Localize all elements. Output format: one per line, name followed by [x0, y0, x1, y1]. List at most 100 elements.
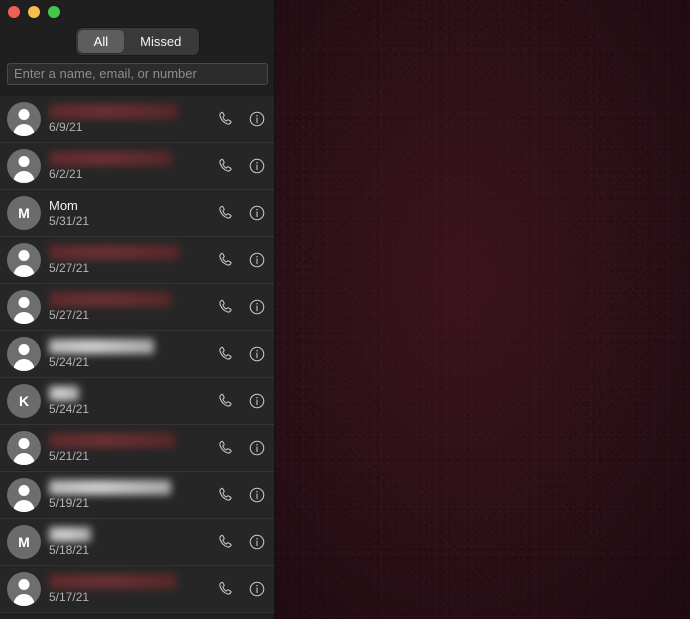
phone-icon[interactable] — [216, 250, 236, 270]
call-contact-name-redacted — [49, 432, 175, 448]
call-date: 6/9/21 — [49, 119, 83, 134]
phone-icon[interactable] — [216, 344, 236, 364]
avatar-initial-letter: M — [18, 534, 30, 550]
avatar-head-icon — [18, 250, 30, 261]
avatar-person-icon — [7, 149, 41, 183]
info-icon[interactable] — [247, 203, 267, 223]
filter-segmented-control-wrapper: All Missed — [0, 28, 275, 55]
call-item-actions — [216, 344, 267, 364]
call-date: 5/27/21 — [49, 307, 90, 322]
phone-icon[interactable] — [216, 203, 236, 223]
main-pane-vignette — [275, 0, 690, 619]
phone-icon[interactable] — [216, 109, 236, 129]
avatar-body-icon — [13, 359, 35, 371]
phone-icon[interactable] — [216, 485, 236, 505]
tab-all[interactable]: All — [77, 30, 125, 53]
call-list-item[interactable]: 5/19/21 — [0, 472, 275, 519]
info-icon[interactable] — [247, 532, 267, 552]
info-icon[interactable] — [247, 438, 267, 458]
call-date: 5/24/21 — [49, 354, 90, 369]
call-date: 5/18/21 — [49, 542, 90, 557]
call-contact-name-redacted — [49, 338, 154, 354]
maximize-button-icon[interactable] — [48, 6, 60, 18]
phone-icon[interactable] — [216, 532, 236, 552]
call-history-window: All Missed 6/9/21 6/2/21 M Mom5/31/21 5/27/2… — [0, 0, 690, 619]
avatar-head-icon — [18, 156, 30, 167]
call-item-actions — [216, 532, 267, 552]
call-item-text: 5/27/21 — [49, 244, 210, 276]
call-history-list[interactable]: 6/9/21 6/2/21 M Mom 5/31/21 5/27/21 5/27/21 5/2… — [0, 96, 275, 619]
call-contact-name-redacted — [49, 103, 177, 119]
avatar-person-icon — [7, 337, 41, 371]
info-icon[interactable] — [247, 485, 267, 505]
call-contact-name-redacted — [49, 150, 171, 166]
info-icon[interactable] — [247, 391, 267, 411]
avatar-body-icon — [13, 171, 35, 183]
call-list-item[interactable]: M 5/18/21 — [0, 519, 275, 566]
call-list-item[interactable]: 5/24/21 — [0, 331, 275, 378]
avatar-head-icon — [18, 438, 30, 449]
close-button-icon[interactable] — [8, 6, 20, 18]
avatar-body-icon — [13, 594, 35, 606]
avatar-person-icon — [7, 102, 41, 136]
info-icon[interactable] — [247, 344, 267, 364]
phone-icon[interactable] — [216, 391, 236, 411]
call-list-item[interactable]: 5/27/21 — [0, 237, 275, 284]
call-item-actions — [216, 250, 267, 270]
info-icon[interactable] — [247, 156, 267, 176]
call-date: 5/17/21 — [49, 589, 90, 604]
avatar-head-icon — [18, 579, 30, 590]
call-item-text: 5/17/21 — [49, 573, 210, 605]
call-list-item[interactable]: M Mom 5/31/21 — [0, 190, 275, 237]
call-item-text: 5/18/21 — [49, 526, 210, 558]
phone-icon[interactable] — [216, 156, 236, 176]
info-icon[interactable] — [247, 250, 267, 270]
call-sidebar: All Missed 6/9/21 6/2/21 M Mom5/31/21 5/27/2… — [0, 0, 275, 619]
call-contact-name-redacted — [49, 526, 91, 542]
call-list-item[interactable]: 5/27/21 — [0, 284, 275, 331]
call-item-text: 6/9/21 — [49, 103, 210, 135]
call-item-actions — [216, 109, 267, 129]
phone-icon[interactable] — [216, 438, 236, 458]
main-pane-texture — [275, 0, 690, 619]
tab-missed[interactable]: Missed — [124, 30, 197, 53]
avatar-head-icon — [18, 109, 30, 120]
avatar-person-icon — [7, 431, 41, 465]
call-list-item[interactable]: 6/2/21 — [0, 143, 275, 190]
call-item-actions — [216, 156, 267, 176]
avatar-initial-letter: M — [18, 205, 30, 221]
info-icon[interactable] — [247, 109, 267, 129]
window-controls — [8, 6, 60, 18]
call-date: 5/24/21 — [49, 401, 90, 416]
minimize-button-icon[interactable] — [28, 6, 40, 18]
avatar-person-icon — [7, 478, 41, 512]
call-list-item[interactable]: 6/9/21 — [0, 96, 275, 143]
call-item-text: 6/2/21 — [49, 150, 210, 182]
call-list-item[interactable]: 5/21/21 — [0, 425, 275, 472]
call-date: 5/27/21 — [49, 260, 90, 275]
call-item-actions — [216, 438, 267, 458]
avatar-person-icon — [7, 572, 41, 606]
search-field-wrapper — [0, 55, 275, 93]
avatar-head-icon — [18, 485, 30, 496]
avatar-body-icon — [13, 124, 35, 136]
call-contact-name-redacted — [49, 291, 171, 307]
phone-icon[interactable] — [216, 579, 236, 599]
phone-icon[interactable] — [216, 297, 236, 317]
avatar-initial: M — [7, 196, 41, 230]
filter-segmented-control[interactable]: All Missed — [75, 28, 200, 55]
call-item-text: 5/19/21 — [49, 479, 210, 511]
call-date: 5/31/21 — [49, 213, 90, 228]
info-icon[interactable] — [247, 297, 267, 317]
call-list-item[interactable]: 5/17/21 — [0, 566, 275, 613]
info-icon[interactable] — [247, 579, 267, 599]
avatar-head-icon — [18, 297, 30, 308]
call-item-actions — [216, 391, 267, 411]
window-titlebar — [0, 0, 275, 24]
search-input[interactable] — [7, 63, 268, 85]
avatar-body-icon — [13, 500, 35, 512]
call-item-text: 5/21/21 — [49, 432, 210, 464]
call-item-text: 5/24/21 — [49, 338, 210, 370]
avatar-body-icon — [13, 453, 35, 465]
call-list-item[interactable]: K 5/24/21 — [0, 378, 275, 425]
